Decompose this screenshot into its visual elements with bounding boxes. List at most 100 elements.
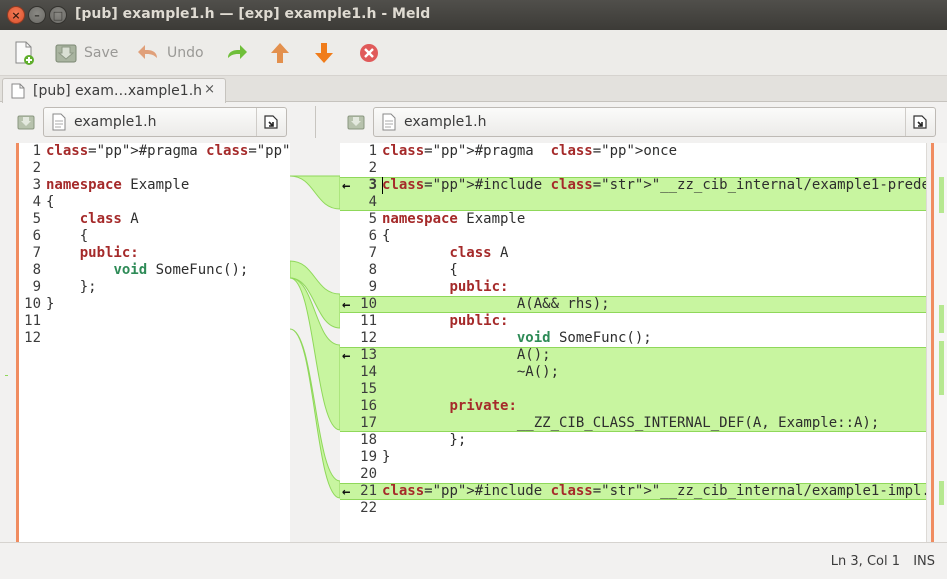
right-code-line: class="pp">#pragma class="pp">once [382, 143, 678, 159]
right-code-line: A(A&& rhs); [382, 296, 610, 312]
left-code-line: }; [46, 279, 97, 295]
insert-mode: INS [913, 554, 935, 569]
toolbar: Save Undo [0, 30, 947, 76]
left-line-number: 10 [24, 296, 41, 312]
open-file-icon [263, 115, 278, 129]
right-overview-map[interactable] [934, 143, 947, 542]
push-left-arrow-icon[interactable]: ← [342, 298, 356, 312]
tab-label: [pub] exam…xample1.h [33, 83, 203, 99]
left-code-line: public: [79, 245, 139, 261]
stop-button[interactable] [357, 38, 381, 68]
right-save-icon[interactable] [347, 113, 365, 131]
right-line-number: 15 [360, 381, 377, 397]
right-line-number: 5 [368, 211, 377, 227]
maximize-window-button[interactable]: □ [49, 6, 67, 24]
arrow-down-icon [315, 43, 333, 63]
save-icon [55, 44, 77, 63]
right-line-number: 21 [360, 483, 377, 499]
right-line-number: 16 [360, 398, 377, 414]
right-code-line: }; [382, 432, 467, 448]
arrow-up-icon [271, 43, 289, 63]
right-line-number: 14 [360, 364, 377, 380]
new-comparison-button[interactable] [12, 38, 36, 68]
document-icon [11, 83, 25, 99]
right-code-line: class="pp">#include class="str">"__zz_ci… [382, 483, 926, 499]
left-editor-pane[interactable]: 1 class="pp">#pragma class="pp">once 23 nam… [19, 143, 290, 542]
stop-icon [360, 44, 378, 62]
right-line-number: 6 [368, 228, 377, 244]
right-line-number: 2 [368, 160, 377, 176]
right-file-icon [382, 113, 396, 131]
right-open-file-button[interactable] [905, 108, 935, 136]
left-overview-map[interactable] [0, 143, 16, 542]
right-code-line: { [382, 228, 391, 244]
right-line-number: 17 [360, 415, 377, 431]
minimize-window-button[interactable]: – [28, 6, 46, 24]
right-code-line: class A [449, 245, 509, 261]
close-window-button[interactable]: × [7, 6, 25, 24]
left-code-line: } [46, 296, 55, 312]
right-line-number: 11 [360, 313, 377, 329]
redo-icon [228, 45, 247, 59]
left-line-number: 4 [32, 194, 41, 210]
left-line-number: 5 [32, 211, 41, 227]
left-line-number: 8 [32, 262, 41, 278]
right-code-line: { [382, 262, 458, 278]
tab-comparison[interactable]: [pub] exam…xample1.h × [2, 78, 226, 103]
right-code-line: A(); [382, 347, 551, 363]
status-bar: Ln 3, Col 1 INS [0, 542, 947, 579]
right-line-number: 3 [368, 177, 377, 193]
push-left-arrow-icon[interactable]: ← [342, 349, 356, 363]
left-code-line: { [46, 228, 89, 244]
push-left-arrow-icon[interactable]: ← [342, 485, 356, 499]
push-left-arrow-icon[interactable]: ← [342, 179, 356, 193]
left-line-number: 1 [32, 143, 41, 159]
left-save-icon[interactable] [17, 113, 35, 131]
right-line-number: 19 [360, 449, 377, 465]
left-line-number: 12 [24, 330, 41, 346]
previous-change-button[interactable] [268, 38, 292, 68]
left-line-number: 9 [32, 279, 41, 295]
next-change-button[interactable] [312, 38, 336, 68]
left-file-chooser[interactable]: example1.h [43, 107, 287, 137]
right-file-chooser[interactable]: example1.h [373, 107, 936, 137]
text-cursor [382, 177, 383, 194]
open-file-icon [912, 115, 927, 129]
right-code-line: public: [449, 313, 509, 329]
right-code-line: public: [449, 279, 509, 295]
left-code-line: namespace Example [46, 177, 190, 193]
right-code-line: void SomeFunc(); [516, 330, 652, 346]
pane-separator [315, 106, 316, 138]
left-line-number: 11 [24, 313, 41, 329]
save-label: Save [84, 45, 119, 61]
right-line-number: 13 [360, 347, 377, 363]
save-button[interactable]: Save [54, 38, 118, 68]
right-line-number: 4 [368, 194, 377, 210]
right-code-line: private: [449, 398, 517, 414]
link-map [290, 143, 340, 542]
right-line-number: 12 [360, 330, 377, 346]
file-chooser-bar: example1.h example1.h [0, 103, 947, 141]
right-line-number: 20 [360, 466, 377, 482]
left-line-number: 7 [32, 245, 41, 261]
right-editor-pane[interactable]: 1 class="pp">#pragma class="pp">once 2 3 cla… [340, 143, 926, 542]
right-line-number: 22 [360, 500, 377, 516]
left-file-name: example1.h [74, 114, 157, 130]
left-file-icon [52, 113, 66, 131]
redo-button[interactable] [224, 38, 248, 68]
left-open-file-button[interactable] [256, 108, 286, 136]
window-title: [pub] example1.h — [exp] example1.h - Me… [75, 6, 431, 22]
right-line-number: 7 [368, 245, 377, 261]
left-code-line: void SomeFunc(); [113, 262, 249, 278]
undo-button[interactable]: Undo [137, 38, 204, 68]
right-line-number: 1 [368, 143, 377, 159]
right-code-line: } [382, 449, 391, 465]
new-file-icon [15, 41, 34, 65]
left-line-number: 3 [32, 177, 41, 193]
right-code-line: namespace Example [382, 211, 526, 227]
right-line-number: 10 [360, 296, 377, 312]
right-line-number: 9 [368, 279, 377, 295]
right-line-number: 8 [368, 262, 377, 278]
title-bar: × – □ [pub] example1.h — [exp] example1.… [0, 0, 947, 30]
tab-close-icon[interactable]: × [204, 82, 215, 97]
